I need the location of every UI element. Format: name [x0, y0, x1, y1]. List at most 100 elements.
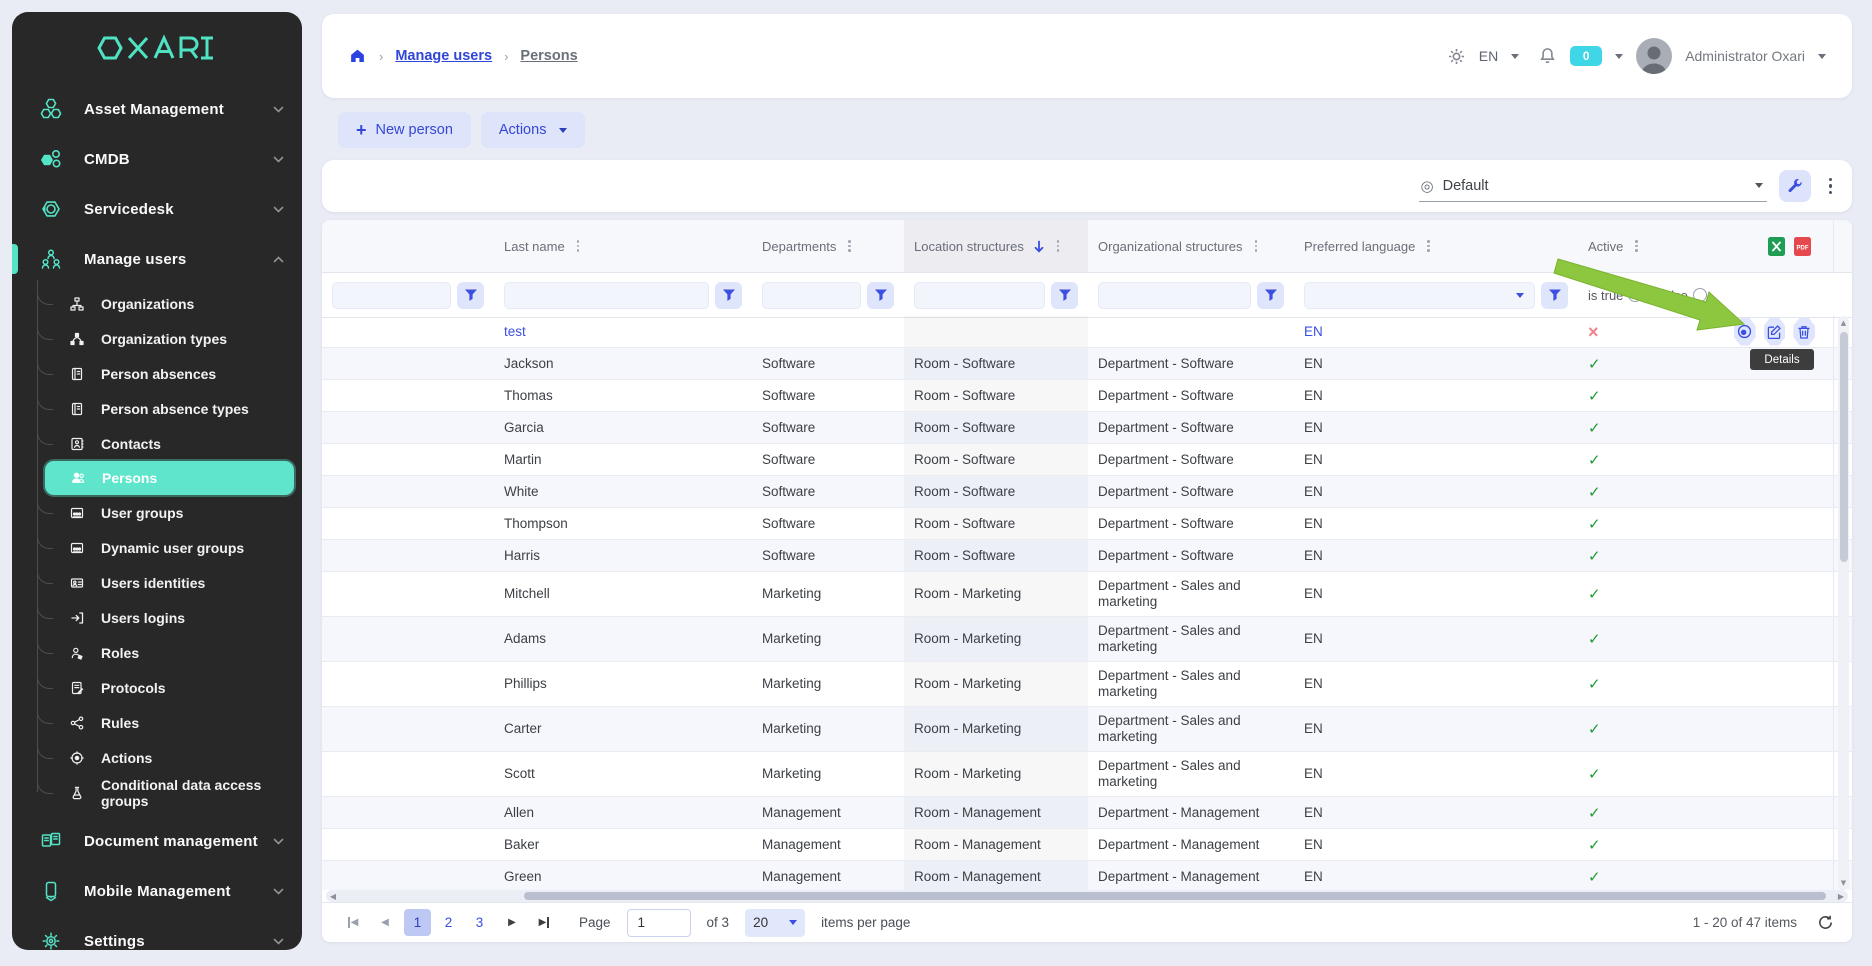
- column-header-location-structures[interactable]: Location structures: [904, 220, 1088, 272]
- details-button[interactable]: [1734, 318, 1756, 346]
- sidebar-item-person-absence-types[interactable]: Person absence types: [12, 391, 302, 426]
- is-false-radio[interactable]: [1693, 288, 1707, 302]
- horizontal-scrollbar[interactable]: ◀ ▶: [326, 890, 1848, 902]
- gear-icon[interactable]: [1447, 47, 1466, 66]
- edit-button[interactable]: [1764, 318, 1786, 346]
- vertical-scrollbar[interactable]: ▲ ▼: [1838, 316, 1849, 890]
- column-menu-kebab-icon[interactable]: [1054, 237, 1063, 255]
- sidebar-item-document-management[interactable]: Document management: [12, 816, 302, 866]
- breadcrumb-manage-users[interactable]: Manage users: [395, 48, 492, 64]
- refresh-icon[interactable]: [1817, 914, 1834, 931]
- column-menu-kebab-icon[interactable]: [1424, 237, 1433, 255]
- sidebar-item-persons[interactable]: Persons: [45, 461, 294, 495]
- scroll-down-icon[interactable]: ▼: [1838, 879, 1849, 887]
- column-header-active[interactable]: Active: [1578, 220, 1724, 272]
- persons-table: Last nameDepartmentsLocation structuresO…: [322, 220, 1852, 942]
- last-page-button[interactable]: ▶: [531, 910, 557, 936]
- language-caret-icon[interactable]: [1511, 54, 1519, 59]
- previous-page-button[interactable]: ◀: [372, 910, 398, 936]
- user-menu-caret-icon[interactable]: [1818, 54, 1826, 59]
- is-true-radio[interactable]: [1628, 288, 1642, 302]
- sidebar-item-conditional-data-access-groups[interactable]: Conditional data access groups: [12, 775, 302, 810]
- sidebar-item-actions[interactable]: Actions: [12, 740, 302, 775]
- sidebar-item-users-logins[interactable]: Users logins: [12, 600, 302, 635]
- row-actions-cell: [1724, 380, 1834, 411]
- sidebar-item-users-identities[interactable]: Users identities: [12, 565, 302, 600]
- preferred-language-cell: EN: [1294, 707, 1578, 751]
- column-header-departments[interactable]: Departments: [752, 220, 904, 272]
- first-page-button[interactable]: ◀: [340, 910, 366, 936]
- column-filter-input[interactable]: [332, 282, 451, 309]
- sidebar-item-rules[interactable]: Rules: [12, 705, 302, 740]
- column-menu-kebab-icon[interactable]: [1252, 237, 1261, 255]
- filter-funnel-button[interactable]: [457, 282, 484, 309]
- view-selector[interactable]: ◎ Default: [1419, 171, 1767, 202]
- column-menu-kebab-icon[interactable]: [574, 237, 583, 255]
- language-selector[interactable]: EN: [1479, 48, 1498, 64]
- sidebar-item-manage-users[interactable]: Manage users: [12, 234, 302, 284]
- scroll-left-icon[interactable]: ◀: [326, 892, 340, 901]
- sidebar-item-servicedesk[interactable]: Servicedesk: [12, 184, 302, 234]
- column-menu-kebab-icon[interactable]: [1632, 237, 1641, 255]
- scroll-up-icon[interactable]: ▲: [1838, 319, 1849, 327]
- column-header-organizational-structures[interactable]: Organizational structures: [1088, 220, 1294, 272]
- sort-desc-icon[interactable]: [1033, 240, 1045, 253]
- user-name[interactable]: Administrator Oxari: [1685, 48, 1805, 64]
- preferred-language-cell-value[interactable]: EN: [1304, 324, 1323, 340]
- sidebar-item-cmdb[interactable]: CMDB: [12, 134, 302, 184]
- filter-funnel-button[interactable]: [715, 282, 742, 309]
- filter-funnel-button[interactable]: [1051, 282, 1078, 309]
- sidebar-item-protocols[interactable]: Protocols: [12, 670, 302, 705]
- filter-funnel-button[interactable]: [867, 282, 894, 309]
- column-header-last-name[interactable]: Last name: [494, 220, 752, 272]
- settings-icon: [38, 928, 64, 950]
- departments-filter-input[interactable]: [762, 282, 861, 309]
- location-structures-filter-input[interactable]: [914, 282, 1045, 309]
- sidebar-item-user-groups[interactable]: User groups: [12, 495, 302, 530]
- customize-wrench-button[interactable]: [1779, 170, 1811, 202]
- page-button-2[interactable]: 2: [435, 909, 462, 936]
- organizational-structures-cell: Department - Software: [1088, 508, 1294, 539]
- last-name-cell-value[interactable]: test: [504, 324, 526, 340]
- page-button-1[interactable]: 1: [404, 909, 431, 936]
- next-page-button[interactable]: ▶: [499, 910, 525, 936]
- scroll-right-icon[interactable]: ▶: [1834, 892, 1848, 901]
- avatar[interactable]: [1636, 38, 1672, 74]
- column-header-preferred-language[interactable]: Preferred language: [1294, 220, 1578, 272]
- filter-dropdown-caret-icon[interactable]: [1516, 293, 1524, 298]
- column-menu-kebab-icon[interactable]: [845, 237, 854, 255]
- sidebar-item-contacts[interactable]: Contacts: [12, 426, 302, 461]
- vertical-scrollbar-thumb[interactable]: [1840, 332, 1848, 562]
- sidebar-item-roles[interactable]: Roles: [12, 635, 302, 670]
- actions-dropdown-button[interactable]: Actions: [481, 112, 586, 148]
- delete-button[interactable]: [1793, 318, 1815, 346]
- page-button-3[interactable]: 3: [466, 909, 493, 936]
- preferred-language-filter-input[interactable]: [1304, 282, 1535, 309]
- organizational-structures-cell-value: Department - Software: [1098, 420, 1234, 436]
- sidebar-item-dynamic-user-groups[interactable]: Dynamic user groups: [12, 530, 302, 565]
- sidebar-item-person-absences[interactable]: Person absences: [12, 356, 302, 391]
- last-name-filter-input[interactable]: [504, 282, 709, 309]
- sidebar-item-organization-types[interactable]: Organization types: [12, 321, 302, 356]
- page-size-select[interactable]: 20: [745, 909, 805, 937]
- sidebar-item-mobile-management[interactable]: Mobile Management: [12, 866, 302, 916]
- pdf-icon[interactable]: PDF: [1794, 237, 1811, 256]
- horizontal-scrollbar-thumb[interactable]: [524, 892, 1826, 900]
- bell-icon[interactable]: [1538, 46, 1557, 66]
- breadcrumb-persons[interactable]: Persons: [520, 48, 577, 64]
- organizational-structures-cell: Department - Sales and marketing: [1088, 572, 1294, 616]
- page-number-input[interactable]: 1: [627, 909, 691, 937]
- sidebar-item-organizations[interactable]: Organizations: [12, 286, 302, 321]
- chevron-down-icon: [273, 206, 284, 213]
- toolbar-menu-kebab-icon[interactable]: [1825, 174, 1837, 199]
- new-person-button[interactable]: + New person: [338, 112, 471, 148]
- location-structures-cell: Room - Management: [904, 861, 1088, 890]
- excel-icon[interactable]: [1768, 237, 1785, 256]
- sidebar-item-settings[interactable]: Settings: [12, 916, 302, 950]
- filter-funnel-button[interactable]: [1257, 282, 1284, 309]
- sidebar-item-asset-management[interactable]: Asset Management: [12, 84, 302, 134]
- notification-caret-icon[interactable]: [1615, 54, 1623, 59]
- home-icon[interactable]: [348, 47, 367, 65]
- filter-funnel-button[interactable]: [1541, 282, 1568, 309]
- organizational-structures-filter-input[interactable]: [1098, 282, 1251, 309]
